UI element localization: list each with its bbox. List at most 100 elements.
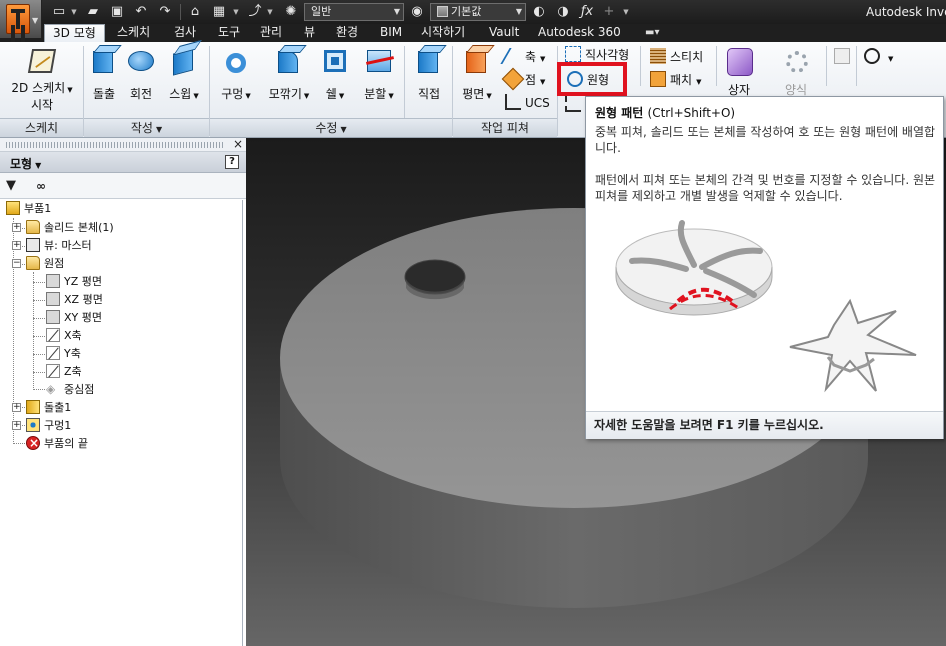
plane-icon [46,310,60,324]
application-menu-button[interactable]: ▼ [0,0,42,38]
function-fx-icon[interactable]: ƒx [578,3,596,21]
open-folder-icon[interactable]: ▰ [84,3,102,21]
expand-toggle[interactable]: + [12,241,21,250]
close-icon[interactable]: × [231,138,245,152]
tab-getting-started[interactable]: 시작하기 [413,24,473,42]
hole-button[interactable]: 구멍 ▼ [214,45,258,104]
help-icon[interactable]: ? [225,155,239,169]
fillet-button[interactable]: 모깎기 ▼ [264,45,314,104]
panel-options-button[interactable]: ▼ [862,46,893,68]
tab-bim[interactable]: BIM [372,24,410,42]
customize-dropdown-icon[interactable]: ▼ [622,3,630,21]
ribbon-options-icon[interactable]: ▬▾ [645,27,671,39]
ucs-button[interactable]: UCS [503,92,550,114]
expand-toggle[interactable]: + [12,421,21,430]
filter-icon[interactable]: ▼ [6,179,20,193]
browser-grip[interactable] [6,142,224,148]
sweep-button[interactable]: 스윕 ▼ [164,45,204,104]
tab-tools[interactable]: 도구 [210,24,248,42]
tree-item-y-axis[interactable]: Y축 [46,345,81,363]
revolve-button[interactable]: 회전 [122,45,160,102]
tree-item-x-axis[interactable]: X축 [46,327,82,345]
tree-item-solid-bodies[interactable]: + 솔리드 본체(1) [12,219,114,237]
browser-header: 모형 ▼ ? [0,152,246,173]
tree-item-label: YZ 평면 [64,275,102,288]
tab-3d-model[interactable]: 3D 모형 [44,24,105,43]
shell-button[interactable]: 쉘 ▼ [318,45,352,104]
redo-icon[interactable]: ↷ [156,3,174,21]
expand-toggle[interactable]: + [12,223,21,232]
plane-button[interactable]: 평면 ▼ [458,45,496,104]
undo-icon[interactable]: ↶ [132,3,150,21]
tree-item-origin[interactable]: − 원점 [12,255,64,273]
clear-appearance-icon[interactable]: ◑ [554,3,572,21]
tree-item-extrusion1[interactable]: + 돌출1 [12,399,71,417]
collapse-toggle[interactable]: − [12,259,21,268]
browser-title-label: 모형 [10,157,33,171]
tooltip-description-1: 중복 피쳐, 솔리드 또는 본체를 작성하여 호 또는 원형 패턴에 배열합니다… [595,125,936,155]
extrude-button[interactable]: 돌출 [86,45,122,102]
color-wheel-icon[interactable]: ◉ [408,3,426,21]
tab-environment[interactable]: 환경 [328,24,366,42]
tab-autodesk-360[interactable]: Autodesk 360 [530,24,629,42]
tree-item-part[interactable]: 부품1 [6,200,51,218]
convert-button[interactable] [832,46,854,68]
tree-line [33,372,45,373]
patch-label: 패치 [670,73,693,87]
circle-chevron-down-icon [864,48,880,64]
end-of-part-icon [26,434,40,452]
tree-item-label: X축 [64,329,82,342]
box-icon [723,45,755,77]
axis-label: 축 [525,50,537,64]
tree-item-z-axis[interactable]: Z축 [46,363,82,381]
new-file-icon[interactable]: ▭ [50,3,68,21]
new-dropdown-icon[interactable]: ▼ [70,3,78,21]
form-button[interactable]: 양식 [776,45,816,98]
tab-sketch[interactable]: 스케치 [109,24,158,42]
chevron-down-icon: ▼ [393,7,400,16]
plus-icon[interactable]: + [600,3,618,21]
axis-icon [46,346,60,360]
image-icon[interactable]: ▦ [210,3,228,21]
tree-item-hole1[interactable]: + 구멍1 [12,417,71,435]
tab-manage[interactable]: 관리 [252,24,290,42]
tree-item-xy-plane[interactable]: XY 평면 [46,309,102,327]
tree-item-view-master[interactable]: + 뷰: 마스터 [12,237,92,255]
direct-edit-button[interactable]: 직접 [410,45,448,102]
axis-button[interactable]: 축 ▼ [500,46,545,68]
material-combo[interactable]: 기본값 ▼ [430,3,526,21]
home-icon[interactable]: ⌂ [186,3,204,21]
patch-button[interactable]: 패치 ▼ [648,69,701,91]
tab-inspect[interactable]: 검사 [166,24,204,42]
mirror-button[interactable] [563,94,585,116]
expand-toggle[interactable]: + [12,403,21,412]
group-footer-create[interactable]: 작성 ▼ [84,118,209,137]
point-button[interactable]: 점 ▼ [501,67,545,91]
save-icon[interactable]: ▣ [108,3,126,21]
tab-view[interactable]: 뷰 [296,24,323,42]
center-point-icon [46,380,60,398]
box-button[interactable]: 상자 [720,45,758,98]
tree-item-xz-plane[interactable]: XZ 평면 [46,291,103,309]
start-2d-sketch-button[interactable]: 2D 스케치 ▼ 시작 [8,45,76,113]
sketch-icon [26,45,58,77]
tree-item-yz-plane[interactable]: YZ 평면 [46,273,102,291]
tree-item-end-of-part[interactable]: 부품의 끝 [26,434,88,453]
binoculars-icon[interactable]: ∞ [36,179,54,193]
return-icon[interactable]: ⤴ [246,3,264,21]
tree-item-label: XY 평면 [64,311,102,324]
appearance-icon[interactable]: ◐ [530,3,548,21]
stitch-button[interactable]: 스티치 [648,46,703,68]
return-dropdown-icon[interactable]: ▼ [266,3,274,21]
split-button[interactable]: 분할 ▼ [360,45,398,104]
pattern-illustration [615,220,917,393]
settings-icon[interactable]: ✺ [282,3,300,21]
tab-vault[interactable]: Vault [481,24,527,42]
tooltip-description-2: 패턴에서 피쳐 또는 본체의 간격 및 번호를 지정할 수 있습니다. 원본 피… [595,173,936,203]
image-dropdown-icon[interactable]: ▼ [232,3,240,21]
tree-item-center-point[interactable]: 중심점 [46,380,94,399]
browser-title-dropdown[interactable]: 모형 ▼ [10,155,41,172]
group-footer-modify[interactable]: 수정 ▼ [210,118,452,137]
direct-edit-label: 직접 [417,87,441,101]
style-combo[interactable]: 일반 ▼ [304,3,404,21]
